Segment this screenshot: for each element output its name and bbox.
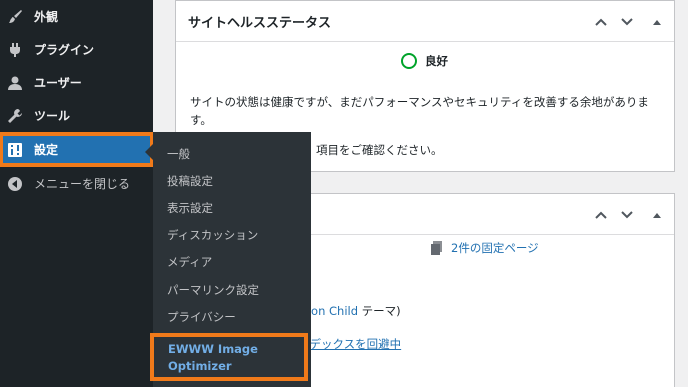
sidebar-item-users[interactable]: ユーザー (0, 66, 153, 99)
collapse-icon (6, 175, 24, 193)
status-ring-icon (401, 53, 417, 69)
health-message-line: 項目をご確認ください。 (316, 143, 443, 157)
pages-link[interactable]: 2件の固定ページ (451, 240, 539, 256)
submenu-privacy[interactable]: プライバシー (167, 309, 236, 325)
health-message-line: サイトの状態は健康ですが、まだパフォーマンスやセキュリティを改善する余地がありま (190, 95, 649, 109)
sidebar-item-label: ユーザー (34, 76, 82, 90)
submenu-ewww-image-optimizer[interactable]: EWWW Image Optimizer (150, 333, 308, 381)
move-down-icon[interactable] (620, 207, 634, 221)
panel-header: サイトヘルスステータス (176, 1, 674, 42)
theme-link[interactable]: oon Child (304, 304, 358, 318)
move-up-icon[interactable] (594, 207, 608, 221)
search-engine-line: ンデックスを回避中 (298, 335, 401, 353)
toggle-panel-icon[interactable] (650, 207, 664, 221)
sidebar-item-label: 外観 (34, 10, 59, 24)
sidebar-item-label: メニューを閉じる (34, 177, 131, 191)
sidebar-item-label: 設定 (34, 143, 59, 157)
user-icon (6, 74, 24, 92)
submenu-permalinks[interactable]: パーマリンク設定 (167, 282, 259, 298)
submenu-reading[interactable]: 表示設定 (167, 200, 213, 216)
search-engine-link[interactable]: ンデックスを回避中 (298, 337, 401, 351)
wrench-icon (6, 107, 24, 125)
submenu-label-line: EWWW Image (168, 342, 258, 356)
health-message: サイトの状態は健康ですが、まだパフォーマンスやセキュリティを改善する余地がありま… (190, 93, 649, 129)
settings-icon (6, 141, 24, 159)
page-icon (431, 241, 443, 255)
paintbrush-icon (6, 8, 24, 26)
submenu-writing[interactable]: 投稿設定 (167, 173, 213, 189)
sidebar-item-appearance[interactable]: 外観 (0, 0, 153, 33)
sidebar-collapse-menu[interactable]: メニューを閉じる (0, 167, 153, 200)
sidebar-item-label: プラグイン (34, 43, 95, 57)
sidebar-item-plugins[interactable]: プラグイン (0, 33, 153, 66)
submenu-general[interactable]: 一般 (167, 146, 190, 162)
health-message-line: す。 (190, 113, 212, 127)
status-label: 良好 (425, 54, 448, 68)
sidebar-item-settings[interactable]: 設定 (0, 132, 154, 167)
submenu-discussion[interactable]: ディスカッション (167, 227, 258, 243)
panel-title: サイトヘルスステータス (188, 16, 332, 31)
admin-sidebar: 外観 プラグイン ユーザー ツール 設定 メニューを閉じる (0, 0, 154, 387)
toggle-panel-icon[interactable] (650, 14, 664, 28)
submenu-label-line: Optimizer (168, 359, 232, 373)
move-down-icon[interactable] (620, 14, 634, 28)
theme-suffix: テーマ) (358, 304, 401, 318)
flyout-arrow (145, 144, 153, 160)
theme-line: oon Child テーマ) (304, 302, 401, 320)
sidebar-item-label: ツール (34, 109, 71, 123)
submenu-item-label: EWWW Image Optimizer (168, 341, 298, 375)
health-status: 良好 (401, 53, 448, 69)
submenu-media[interactable]: メディア (167, 254, 212, 270)
pages-count[interactable]: 2件の固定ページ (431, 240, 539, 256)
sidebar-item-tools[interactable]: ツール (0, 99, 153, 132)
move-up-icon[interactable] (594, 14, 608, 28)
plugin-icon (6, 41, 24, 59)
